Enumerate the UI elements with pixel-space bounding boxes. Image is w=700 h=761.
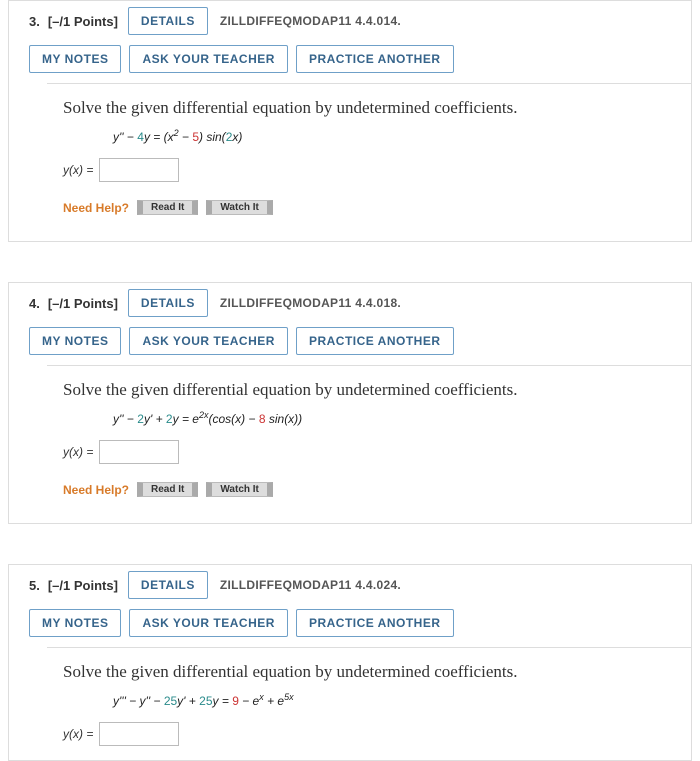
- question-body: Solve the given differential equation by…: [47, 647, 691, 760]
- question-prompt: Solve the given differential equation by…: [63, 98, 675, 118]
- eq-part: y = e: [173, 412, 199, 426]
- help-row: Need Help? Read It Watch It: [63, 200, 675, 215]
- question-header: 5. [–/1 Points] DETAILS ZILLDIFFEQMODAP1…: [9, 565, 691, 605]
- details-button[interactable]: DETAILS: [128, 289, 208, 317]
- ask-teacher-button[interactable]: ASK YOUR TEACHER: [129, 609, 287, 637]
- question-toolbar: MY NOTES ASK YOUR TEACHER PRACTICE ANOTH…: [9, 41, 691, 83]
- eq-part: y'' −: [113, 130, 137, 144]
- question-number: 3.: [29, 14, 40, 29]
- eq-sup: 5x: [284, 692, 294, 702]
- eq-coef: 4: [137, 130, 144, 144]
- help-row: Need Help? Read It Watch It: [63, 482, 675, 497]
- eq-part: y''' − y'' −: [113, 694, 164, 708]
- my-notes-button[interactable]: MY NOTES: [29, 609, 121, 637]
- question-source: ZILLDIFFEQMODAP11 4.4.024.: [220, 578, 401, 592]
- question-number: 5.: [29, 578, 40, 593]
- need-help-label: Need Help?: [63, 483, 129, 497]
- question-header: 4. [–/1 Points] DETAILS ZILLDIFFEQMODAP1…: [9, 283, 691, 323]
- watch-it-button[interactable]: Watch It: [206, 200, 273, 215]
- equation: y'' − 2y' + 2y = e2x(cos(x) − 8 sin(x)): [113, 410, 675, 426]
- answer-input[interactable]: [99, 158, 179, 182]
- eq-part: − e: [239, 694, 259, 708]
- eq-coef: 2: [137, 412, 144, 426]
- eq-part: ) sin(: [199, 130, 226, 144]
- details-button[interactable]: DETAILS: [128, 7, 208, 35]
- eq-coef: 25: [199, 694, 212, 708]
- eq-coef: 8: [259, 412, 266, 426]
- eq-part: y'' −: [113, 412, 137, 426]
- eq-part: y = (x: [144, 130, 174, 144]
- question-header: 3. [–/1 Points] DETAILS ZILLDIFFEQMODAP1…: [9, 1, 691, 41]
- practice-another-button[interactable]: PRACTICE ANOTHER: [296, 45, 454, 73]
- answer-label: y(x) =: [63, 445, 93, 459]
- question-4: 4. [–/1 Points] DETAILS ZILLDIFFEQMODAP1…: [8, 282, 692, 524]
- answer-input[interactable]: [99, 722, 179, 746]
- answer-row: y(x) =: [63, 440, 675, 464]
- ask-teacher-button[interactable]: ASK YOUR TEACHER: [129, 45, 287, 73]
- question-source: ZILLDIFFEQMODAP11 4.4.014.: [220, 14, 401, 28]
- answer-input[interactable]: [99, 440, 179, 464]
- question-toolbar: MY NOTES ASK YOUR TEACHER PRACTICE ANOTH…: [9, 605, 691, 647]
- question-points: [–/1 Points]: [48, 14, 118, 29]
- question-number: 4.: [29, 296, 40, 311]
- watch-it-button[interactable]: Watch It: [206, 482, 273, 497]
- question-body: Solve the given differential equation by…: [47, 365, 691, 523]
- read-it-button[interactable]: Read It: [137, 482, 198, 497]
- eq-coef: 5: [192, 130, 199, 144]
- eq-part: + e: [264, 694, 284, 708]
- eq-part: y' +: [144, 412, 166, 426]
- question-body: Solve the given differential equation by…: [47, 83, 691, 241]
- eq-coef: 25: [164, 694, 177, 708]
- question-points: [–/1 Points]: [48, 296, 118, 311]
- details-button[interactable]: DETAILS: [128, 571, 208, 599]
- practice-another-button[interactable]: PRACTICE ANOTHER: [296, 609, 454, 637]
- answer-row: y(x) =: [63, 722, 675, 746]
- eq-part: y =: [213, 694, 233, 708]
- question-points: [–/1 Points]: [48, 578, 118, 593]
- question-3: 3. [–/1 Points] DETAILS ZILLDIFFEQMODAP1…: [8, 0, 692, 242]
- equation: y'' − 4y = (x2 − 5) sin(2x): [113, 128, 675, 144]
- eq-part: (cos(x) −: [208, 412, 258, 426]
- eq-coef: 9: [232, 694, 239, 708]
- question-source: ZILLDIFFEQMODAP11 4.4.018.: [220, 296, 401, 310]
- question-prompt: Solve the given differential equation by…: [63, 662, 675, 682]
- eq-part: x): [232, 130, 242, 144]
- eq-part: −: [179, 130, 193, 144]
- practice-another-button[interactable]: PRACTICE ANOTHER: [296, 327, 454, 355]
- my-notes-button[interactable]: MY NOTES: [29, 45, 121, 73]
- question-toolbar: MY NOTES ASK YOUR TEACHER PRACTICE ANOTH…: [9, 323, 691, 365]
- read-it-button[interactable]: Read It: [137, 200, 198, 215]
- equation: y''' − y'' − 25y' + 25y = 9 − ex + e5x: [113, 692, 675, 708]
- answer-row: y(x) =: [63, 158, 675, 182]
- my-notes-button[interactable]: MY NOTES: [29, 327, 121, 355]
- eq-coef: 2: [166, 412, 173, 426]
- ask-teacher-button[interactable]: ASK YOUR TEACHER: [129, 327, 287, 355]
- eq-part: sin(x)): [266, 412, 303, 426]
- question-5: 5. [–/1 Points] DETAILS ZILLDIFFEQMODAP1…: [8, 564, 692, 761]
- need-help-label: Need Help?: [63, 201, 129, 215]
- eq-part: y' +: [177, 694, 199, 708]
- question-prompt: Solve the given differential equation by…: [63, 380, 675, 400]
- answer-label: y(x) =: [63, 163, 93, 177]
- answer-label: y(x) =: [63, 727, 93, 741]
